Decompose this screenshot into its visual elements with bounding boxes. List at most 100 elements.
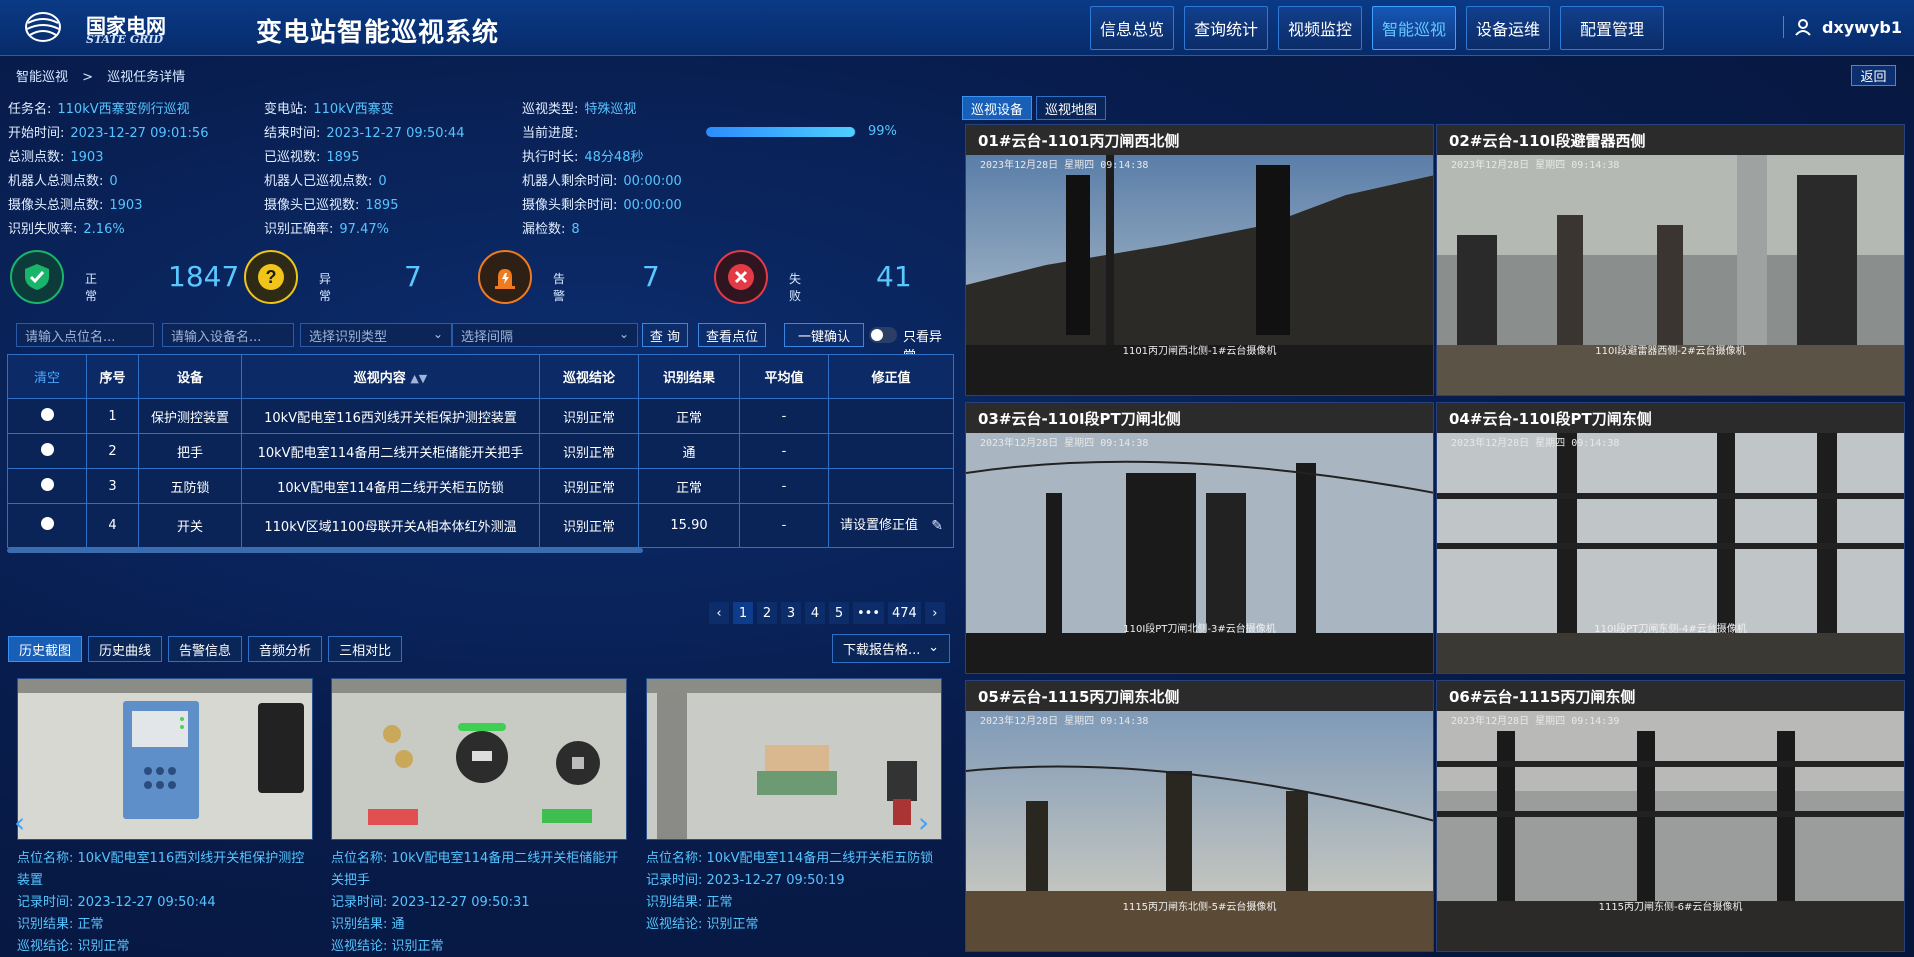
next-page-button[interactable]: › <box>924 602 945 624</box>
history-image[interactable] <box>331 678 627 840</box>
point-name-input[interactable]: 请输入点位名... <box>16 323 154 347</box>
tab-audio-analysis[interactable]: 音频分析 <box>248 636 323 662</box>
history-image[interactable] <box>646 678 942 840</box>
cell-content: 10kV配电室116西刘线开关柜保护测控装置 <box>241 398 540 434</box>
task-info-key: 识别失败率: <box>8 222 78 237</box>
nav-video-monitor[interactable]: 视频监控 <box>1278 6 1362 50</box>
task-info-value: 8 <box>571 222 580 237</box>
task-info-item: 识别失败率: 2.16% <box>8 218 125 237</box>
history-time: 记录时间: 2023-12-27 09:50:19 <box>646 870 942 892</box>
cell-content: 110kV区域1100母联开关A相本体红外测温 <box>241 503 540 548</box>
task-info-key: 已巡视数: <box>264 150 321 165</box>
radio-icon[interactable] <box>40 477 54 491</box>
nav-device-ops[interactable]: 设备运维 <box>1466 6 1550 50</box>
history-card[interactable]: 点位名称: 10kV配电室114备用二线开关柜五防锁 记录时间: 2023-12… <box>646 678 942 936</box>
tab-patrol-map[interactable]: 巡视地图 <box>1036 96 1107 120</box>
x-circle-icon <box>714 250 768 304</box>
device-name-input[interactable]: 请输入设备名... <box>162 323 294 347</box>
task-info-key: 机器人已巡视点数: <box>264 174 373 189</box>
tab-alarm-info[interactable]: 告警信息 <box>168 636 243 662</box>
tab-history-screenshot[interactable]: 历史截图 <box>8 636 83 662</box>
page-last[interactable]: 474 <box>888 602 921 624</box>
confirm-all-button[interactable]: 一键确认 <box>784 323 864 347</box>
tab-three-phase[interactable]: 三相对比 <box>328 636 403 662</box>
page-2[interactable]: 2 <box>757 602 777 624</box>
table-scrollbar[interactable] <box>7 548 643 553</box>
cell-fix[interactable] <box>828 468 954 504</box>
cell-fix[interactable] <box>828 433 954 469</box>
col-header-content-label: 巡视内容 <box>353 371 406 386</box>
user-menu[interactable]: dxywyb1 <box>1783 16 1902 38</box>
clear-button[interactable]: 清空 <box>7 354 87 399</box>
camera-feed-3[interactable]: 03#云台-110Ⅰ段PT刀闸北侧 2023年12月28日 星期四 09:14:… <box>965 402 1434 674</box>
task-info-item: 机器人已巡视点数: 0 <box>264 170 387 189</box>
history-result: 识别结果: 正常 <box>17 914 313 936</box>
page-5[interactable]: 5 <box>829 602 849 624</box>
camera-feed-6[interactable]: 06#云台-1115丙刀闸东侧 2023年12月28日 星期四 09:14:39… <box>1436 680 1905 952</box>
nav-config[interactable]: 配置管理 <box>1560 6 1664 50</box>
radio-icon[interactable] <box>40 517 54 530</box>
user-separator <box>1783 16 1784 38</box>
download-report-select[interactable]: 下载报告格... ⌄ <box>832 634 950 663</box>
row-select-radio[interactable] <box>7 398 87 434</box>
nav-info-overview[interactable]: 信息总览 <box>1090 6 1174 50</box>
edit-icon[interactable]: ✎ <box>931 517 943 535</box>
recog-type-select[interactable]: 选择识别类型 ⌄ <box>300 323 452 347</box>
camera-tabs: 巡视设备 巡视地图 <box>962 96 1107 120</box>
nav-smart-patrol[interactable]: 智能巡视 <box>1372 6 1456 50</box>
task-info-item: 识别正确率: 97.47% <box>264 218 389 237</box>
tab-history-curve[interactable]: 历史曲线 <box>88 636 163 662</box>
page-3[interactable]: 3 <box>781 602 801 624</box>
prev-page-button[interactable]: ‹ <box>709 602 729 624</box>
cell-no: 3 <box>86 468 139 504</box>
query-button[interactable]: 查 询 <box>642 323 688 347</box>
radio-icon[interactable] <box>40 407 54 421</box>
table-row[interactable]: 2 把手 10kV配电室114备用二线开关柜储能开关把手 识别正常通 - <box>7 433 954 469</box>
task-info-item: 总测点数: 1903 <box>8 146 103 165</box>
task-info-value: 2.16% <box>83 222 125 237</box>
camera-feed-4[interactable]: 04#云台-110Ⅰ段PT刀闸东侧 2023年12月28日 星期四 09:14:… <box>1436 402 1905 674</box>
chevron-down-icon: ⌄ <box>432 327 443 341</box>
table-row[interactable]: 3 五防锁 10kV配电室114备用二线开关柜五防锁 识别正常 正常 - <box>7 468 954 504</box>
back-button[interactable]: 返回 <box>1851 65 1896 86</box>
progress-percent: 99% <box>868 124 897 139</box>
camera-feed-5[interactable]: 05#云台-1115丙刀闸东北侧 2023年12月28日 星期四 09:14:3… <box>965 680 1434 952</box>
interval-select[interactable]: 选择间隔 ⌄ <box>452 323 638 347</box>
carousel-prev-icon[interactable]: ‹ <box>14 806 25 839</box>
cell-fix[interactable] <box>828 398 954 434</box>
row-select-radio[interactable] <box>7 503 87 548</box>
cell-fix[interactable]: 请设置修正值 ✎ <box>828 503 954 548</box>
page-ellipsis[interactable]: ••• <box>853 602 885 624</box>
stat-alarm-label: 告警 <box>553 272 566 303</box>
row-select-radio[interactable] <box>7 433 87 469</box>
camera-feed-2[interactable]: 02#云台-110Ⅰ段避雷器西侧 2023年12月28日 星期四 09:14:3… <box>1436 124 1905 396</box>
sort-icon[interactable]: ▲▼ <box>410 372 427 385</box>
row-select-radio[interactable] <box>7 468 87 504</box>
camera-scene <box>1437 433 1904 673</box>
table-row[interactable]: 1 保护测控装置 10kV配电室116西刘线开关柜保护测控装置 识别正常 正常 - <box>7 398 954 434</box>
breadcrumb-root[interactable]: 智能巡视 <box>16 70 68 85</box>
radio-icon[interactable] <box>40 442 54 456</box>
history-result: 识别结果: 正常 <box>646 892 942 914</box>
camera-caption: 110Ⅰ段PT刀闸东侧-4#云台摄像机 <box>1594 624 1747 635</box>
history-concl-key: 巡视结论: <box>646 917 703 932</box>
page-4[interactable]: 4 <box>805 602 825 624</box>
table-row[interactable]: 4 开关 110kV区域1100母联开关A相本体红外测温 识别正常 15.90- 请设置修… <box>7 503 954 548</box>
only-abnormal-toggle[interactable] <box>869 327 897 343</box>
history-image[interactable] <box>17 678 313 840</box>
history-card[interactable]: 点位名称: 10kV配电室116西刘线开关柜保护测控装置 记录时间: 2023-… <box>17 678 313 957</box>
history-card[interactable]: 点位名称: 10kV配电室114备用二线开关柜储能开关把手 记录时间: 2023… <box>331 678 627 957</box>
nav-query-stats[interactable]: 查询统计 <box>1184 6 1268 50</box>
page-1[interactable]: 1 <box>733 602 753 624</box>
cell-result: 通 <box>638 433 740 469</box>
tab-patrol-devices[interactable]: 巡视设备 <box>962 96 1033 120</box>
col-header-content[interactable]: 巡视内容 ▲▼ <box>241 354 540 399</box>
history-point-key: 点位名称: <box>17 851 74 866</box>
stat-normal-label: 正常 <box>85 272 98 303</box>
set-fix-value-link[interactable]: 请设置修正值 <box>840 518 918 533</box>
history-time-key: 记录时间: <box>646 873 703 888</box>
camera-feed-1[interactable]: 01#云台-1101丙刀闸西北侧 2023年12月28日 星期四 09:14:3… <box>965 124 1434 396</box>
view-points-button[interactable]: 查看点位 <box>698 323 766 347</box>
carousel-next-icon[interactable]: › <box>918 806 929 839</box>
cell-no: 1 <box>86 398 139 434</box>
